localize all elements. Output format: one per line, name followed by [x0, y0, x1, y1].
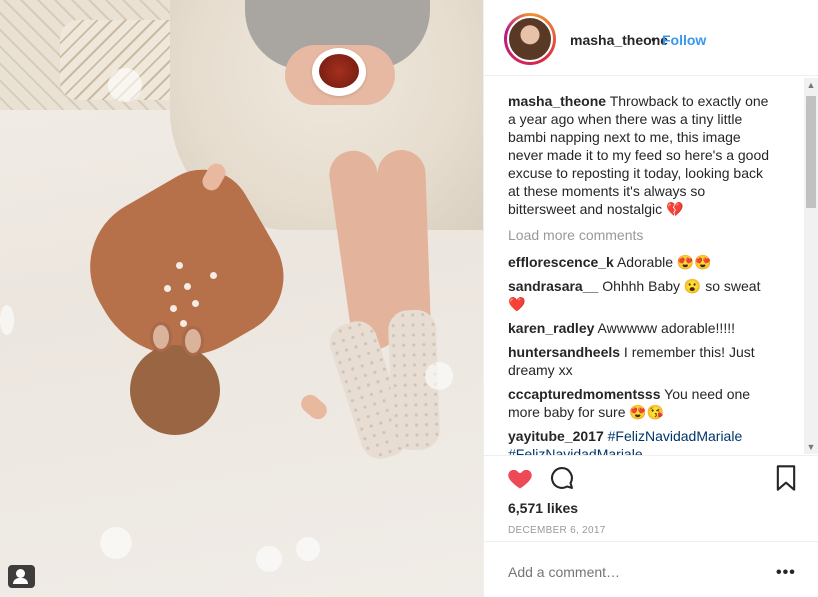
comment-text: Awwwww adorable!!!!!	[597, 320, 735, 336]
comment-username[interactable]: efflorescence_k	[508, 254, 614, 270]
photo-bokeh	[0, 305, 14, 335]
comment-text: Adorable 😍😍	[616, 254, 712, 270]
comments-list[interactable]: masha_theone Throwback to exactly one a …	[508, 92, 770, 455]
photo-spot	[192, 300, 199, 307]
photo-bokeh	[256, 546, 282, 572]
photo-tea	[319, 54, 359, 88]
photo-baby-ear	[182, 326, 204, 356]
comment-item: cccapturedmomentsss You need one more ba…	[508, 385, 770, 421]
comment-item: sandrasara__ Ohhhh Baby 😮 so sweat ❤️	[508, 277, 770, 313]
post-actions: 6,571 likes DECEMBER 6, 2017	[484, 455, 818, 555]
post-date[interactable]: DECEMBER 6, 2017	[508, 525, 606, 536]
comment-item: efflorescence_k Adorable 😍😍	[508, 253, 770, 271]
follow-button[interactable]: Follow	[662, 32, 706, 48]
comment-item: karen_radley Awwwww adorable!!!!!	[508, 319, 770, 337]
photo-spot	[164, 285, 171, 292]
scroll-down-arrow-icon[interactable]: ▼	[804, 440, 818, 454]
photo-spot	[210, 272, 217, 279]
photo-spot	[176, 262, 183, 269]
comment-username[interactable]: cccapturedmomentsss	[508, 386, 661, 402]
tagged-people-icon[interactable]	[8, 565, 35, 588]
photo-bokeh	[100, 527, 132, 559]
bookmark-icon[interactable]	[774, 464, 798, 492]
photo-bokeh	[425, 362, 453, 390]
comments-scrollbar[interactable]: ▲ ▼	[804, 78, 818, 454]
likes-count[interactable]: 6,571 likes	[508, 500, 578, 516]
photo-spot	[180, 320, 187, 327]
heart-icon[interactable]	[506, 464, 534, 492]
scrollbar-thumb[interactable]	[806, 96, 816, 208]
photo-bokeh	[296, 537, 320, 561]
photo-baby-ear	[150, 322, 172, 352]
comment-username[interactable]: karen_radley	[508, 320, 594, 336]
load-more-comments-button[interactable]: Load more comments	[508, 226, 770, 244]
more-options-icon[interactable]: •••	[776, 564, 796, 582]
photo-baby-head	[130, 345, 220, 435]
post-side-panel: masha_theone • Follow masha_theone Throw…	[483, 0, 818, 597]
photo-spot	[184, 283, 191, 290]
comment-input[interactable]	[508, 564, 748, 580]
add-comment-bar: •••	[484, 541, 818, 597]
scroll-up-arrow-icon[interactable]: ▲	[804, 78, 818, 92]
comment-icon[interactable]	[548, 464, 576, 492]
story-ring[interactable]	[504, 13, 556, 65]
caption-text: Throwback to exactly one a year ago when…	[508, 93, 770, 217]
header-separator: •	[651, 31, 656, 47]
comment-username[interactable]: huntersandheels	[508, 344, 620, 360]
caption-username[interactable]: masha_theone	[508, 93, 606, 109]
comment-username[interactable]: sandrasara__	[508, 278, 598, 294]
avatar[interactable]	[507, 16, 553, 62]
post-photo[interactable]	[0, 0, 483, 597]
comment-item: yayitube_2017 #FelizNavidadMariale #Feli…	[508, 427, 770, 455]
post-caption: masha_theone Throwback to exactly one a …	[508, 92, 770, 218]
photo-bokeh	[108, 68, 142, 102]
comment-username[interactable]: yayitube_2017	[508, 428, 604, 444]
photo-baby-hand	[297, 391, 331, 423]
post-header: masha_theone • Follow	[484, 0, 818, 76]
comment-item: huntersandheels I remember this! Just dr…	[508, 343, 770, 379]
photo-spot	[170, 305, 177, 312]
